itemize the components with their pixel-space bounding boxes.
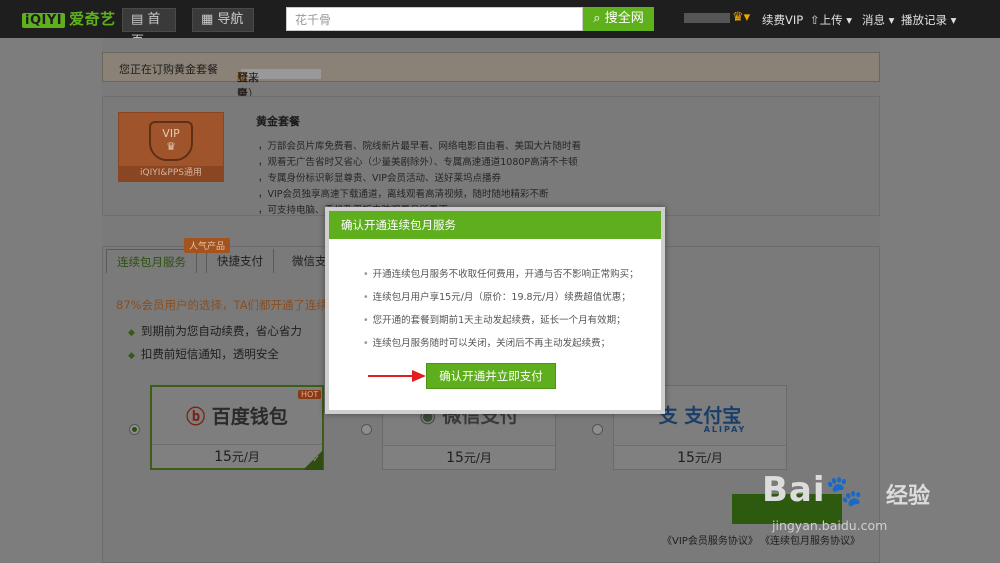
paw-icon: 🐾 bbox=[825, 474, 864, 509]
benefit-line: ，观看无广告省时又省心（少量美剧除外）、专属高速通道1080P高清不卡顿 bbox=[258, 157, 578, 168]
confirm-dialog: 确认开通连续包月服务 • 开通连续包月服务不收取任何费用，开通与否不影响正常购买；… bbox=[325, 207, 665, 414]
alipay-radio[interactable] bbox=[592, 424, 603, 435]
top-navigation-bar: iQIYI爱奇艺 ▤ 首页 ▦ 导航 ▾ ⌕ 搜全网 ♛▾ 续费VIP ⇧上传 … bbox=[0, 0, 1000, 49]
baidu-logo: Bai🐾 bbox=[762, 470, 864, 510]
vip-package-card: VIP ♛ iQIYI&PPS通用 bbox=[118, 112, 224, 182]
grid-icon: ▦ bbox=[201, 12, 218, 27]
term-item: • 连续包月服务随时可以关闭，关闭后不再主动发起续费； bbox=[363, 338, 611, 349]
baidu-wallet-logo: ⓑ 百度钱包 bbox=[152, 387, 322, 447]
subscribing-text: 您正在订购黄金套餐 bbox=[119, 63, 218, 76]
promo-text: 87%会员用户的选择，TA们都开通了连续 bbox=[116, 298, 329, 312]
term-item: • 开通连续包月服务不收取任何费用，开通与否不影响正常购买； bbox=[363, 269, 639, 280]
vip-card-label: iQIYI&PPS通用 bbox=[119, 166, 223, 181]
confirm-and-pay-button[interactable]: 确认开通并立即支付 bbox=[426, 363, 556, 389]
dialog-title: 确认开通连续包月服务 bbox=[329, 211, 661, 239]
wechat-pay-radio[interactable] bbox=[361, 424, 372, 435]
search-button[interactable]: ⌕ 搜全网 bbox=[583, 7, 654, 31]
term-item: • 连续包月用户享15元/月（原价：19.8元/月）续费超值优惠； bbox=[363, 292, 631, 303]
navigation-menu-button[interactable]: ▦ 导航 ▾ bbox=[192, 8, 254, 49]
play-history-link[interactable]: 播放记录 ▾ bbox=[901, 12, 956, 28]
diamond-icon: ◆ bbox=[128, 328, 135, 338]
price-label: 15元/月 bbox=[152, 444, 322, 468]
upload-icon: ⇧ bbox=[810, 13, 820, 27]
price-label: 15元/月 bbox=[383, 445, 555, 469]
feature-bullet: ◆ 到期前为您自动续费，省心省力 bbox=[128, 324, 302, 338]
diamond-icon: ◆ bbox=[128, 351, 135, 361]
price-label: 15元/月 bbox=[614, 445, 786, 469]
hot-badge: HOT bbox=[298, 390, 322, 399]
search-icon: ⌕ bbox=[593, 11, 605, 26]
baidu-jingyan-watermark: Bai🐾 经验 jingyan.baidu.com bbox=[762, 470, 931, 533]
baidu-wallet-radio[interactable] bbox=[129, 424, 140, 435]
benefit-line: ，专属身份标识彰显尊贵、VIP会员活动、送好莱坞点播券 bbox=[258, 173, 502, 184]
tab-monthly-service[interactable]: 连续包月服务 bbox=[106, 249, 197, 273]
benefit-line: ，VIP会员独享高速下载通道，离线观看高清视频，随时随地精彩不断 bbox=[258, 189, 549, 200]
home-icon: ▤ bbox=[131, 12, 148, 27]
search-input[interactable] bbox=[286, 7, 583, 31]
term-item: • 您开通的套餐到期前1天主动发起续费，延长一个月有效期； bbox=[363, 315, 626, 326]
red-arrow-annotation bbox=[368, 370, 426, 382]
upload-link[interactable]: ⇧上传 ▾ bbox=[810, 12, 852, 28]
package-title: 黄金套餐 bbox=[256, 115, 300, 128]
wallet-icon: ⓑ bbox=[186, 406, 212, 428]
username-blurred[interactable] bbox=[684, 13, 730, 23]
checkmark-icon: ✓ bbox=[312, 454, 321, 465]
dialog-terms-list: • 开通连续包月服务不收取任何费用，开通与否不影响正常购买； • 连续包月用户享15… bbox=[363, 266, 639, 358]
vip-crown-icon: ♛▾ bbox=[732, 10, 751, 25]
vip-shield-icon: VIP ♛ bbox=[149, 121, 193, 161]
feature-bullet: ◆ 扣费前短信通知，透明安全 bbox=[128, 347, 279, 361]
iqiyi-logo[interactable]: iQIYI 爱奇艺 bbox=[22, 8, 116, 29]
vip-agreement-link[interactable]: 《VIP会员服务协议》 bbox=[662, 532, 758, 547]
order-info-bar: 您正在订购黄金套餐 当前账号：（来自腾讯QQ登录） bbox=[102, 52, 880, 116]
watermark-url: jingyan.baidu.com bbox=[772, 518, 888, 533]
home-button[interactable]: ▤ 首页 bbox=[122, 8, 176, 49]
messages-link[interactable]: 消息 ▾ bbox=[862, 12, 894, 28]
popular-badge: 人气产品 bbox=[184, 238, 231, 253]
renew-vip-link[interactable]: 续费VIP bbox=[762, 12, 803, 28]
benefit-line: ，万部会员片库免费看、院线新片最早看、网络电影自由看、美国大片随时看 bbox=[258, 141, 582, 152]
